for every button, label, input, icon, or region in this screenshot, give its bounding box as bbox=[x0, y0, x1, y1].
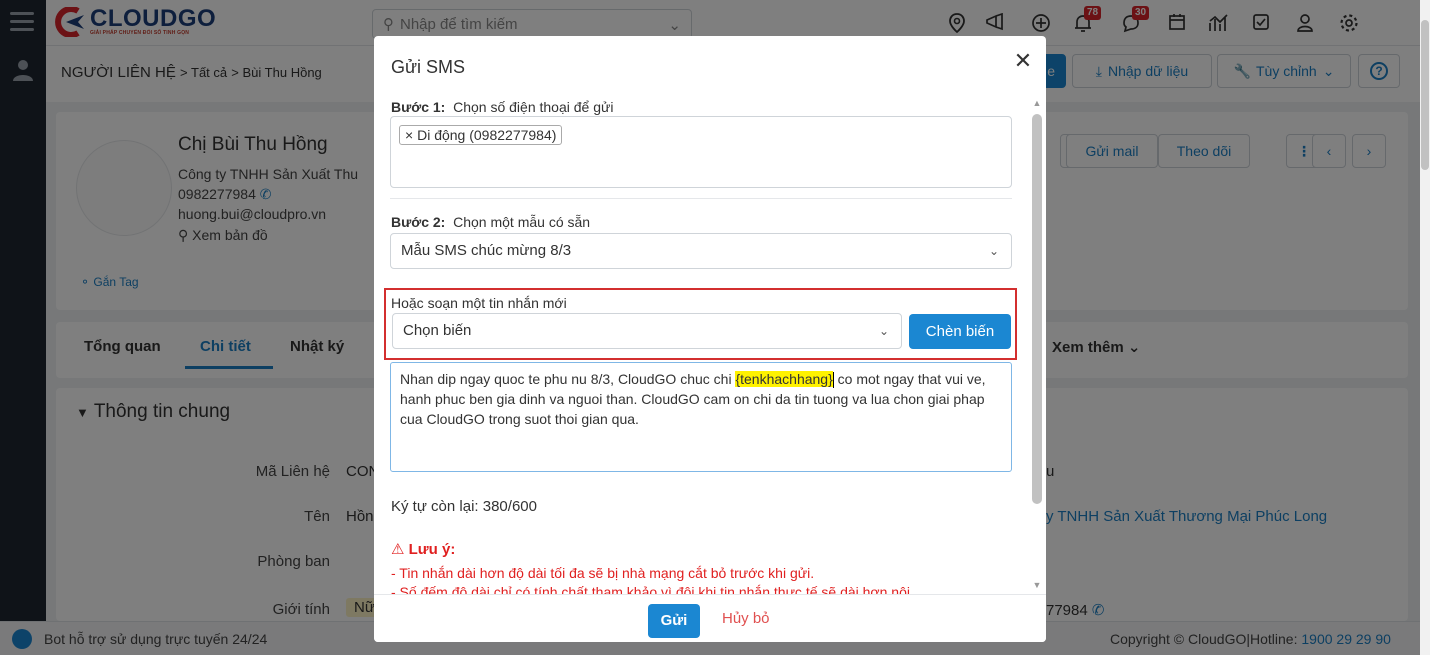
variable-select[interactable]: Chọn biến ⌄ bbox=[392, 313, 902, 349]
chevron-down-icon: ⌄ bbox=[988, 244, 999, 258]
page-scroll-thumb[interactable] bbox=[1421, 20, 1429, 170]
insert-variable-button[interactable]: Chèn biến bbox=[909, 314, 1011, 349]
page-scrollbar[interactable] bbox=[1420, 0, 1430, 655]
scroll-up-icon[interactable]: ▲ bbox=[1032, 98, 1042, 108]
modal-body: Bước 1: Chọn số điện thoại để gửi × Di đ… bbox=[374, 94, 1046, 594]
remove-chip-icon[interactable]: × bbox=[405, 127, 413, 143]
warning-icon: ⚠ bbox=[391, 541, 405, 558]
send-sms-modal: Gửi SMS ✕ Bước 1: Chọn số điện thoại để … bbox=[374, 36, 1046, 642]
cancel-button[interactable]: Hủy bỏ bbox=[722, 610, 770, 627]
modal-scroll-thumb[interactable] bbox=[1032, 114, 1042, 504]
step2-label: Bước 2: Chọn một mẫu có sẵn bbox=[391, 214, 591, 230]
warning-line-1: - Tin nhắn dài hơn độ dài tối đa sẽ bị n… bbox=[391, 565, 815, 581]
warning-title: ⚠ Lưu ý: bbox=[391, 541, 456, 558]
phone-number-select[interactable]: × Di động (0982277984) bbox=[390, 116, 1012, 188]
chevron-down-icon: ⌄ bbox=[878, 324, 889, 338]
divider bbox=[390, 198, 1012, 199]
template-select[interactable]: Mẫu SMS chúc mừng 8/3 ⌄ bbox=[390, 233, 1012, 269]
message-textarea[interactable]: Nhan dip ngay quoc te phu nu 8/3, CloudG… bbox=[390, 362, 1012, 472]
send-button[interactable]: Gửi bbox=[648, 604, 700, 638]
compose-label: Hoặc soạn một tin nhắn mới bbox=[391, 295, 567, 311]
chars-remaining: Ký tự còn lại: 380/600 bbox=[391, 498, 537, 515]
step1-label: Bước 1: Chọn số điện thoại để gửi bbox=[391, 99, 614, 115]
modal-footer: Gửi Hủy bỏ bbox=[374, 594, 1046, 642]
modal-title: Gửi SMS bbox=[391, 57, 466, 77]
scroll-down-icon[interactable]: ▼ bbox=[1032, 580, 1042, 590]
variable-token: {tenkhachhang} bbox=[735, 371, 833, 387]
modal-scrollbar[interactable]: ▲ ▼ bbox=[1031, 96, 1043, 594]
close-icon[interactable]: ✕ bbox=[1012, 50, 1034, 72]
warning-line-2: - Số đếm độ dài chỉ có tính chất tham kh… bbox=[391, 584, 910, 594]
phone-chip[interactable]: × Di động (0982277984) bbox=[399, 125, 563, 145]
